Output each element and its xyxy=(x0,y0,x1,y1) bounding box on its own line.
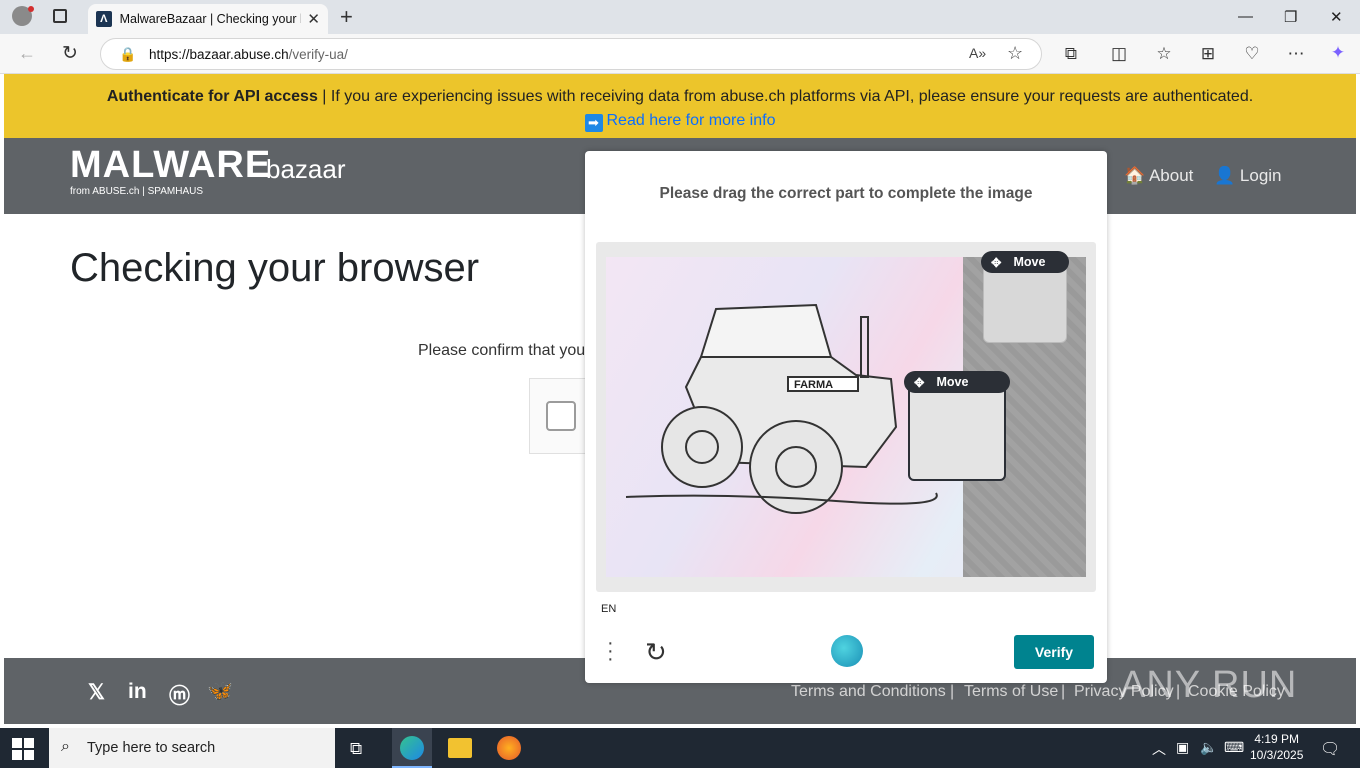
user-icon: 👤 xyxy=(1214,166,1236,185)
move-handle-dragged[interactable]: ✥ Move xyxy=(904,371,1010,393)
clock-date: 10/3/2025 xyxy=(1250,748,1304,762)
page-title: Checking your browser xyxy=(70,246,480,290)
captcha-menu-icon[interactable]: · · · xyxy=(607,633,614,669)
nav-about-label: About xyxy=(1148,166,1194,185)
search-icon: ⌕ xyxy=(61,738,70,755)
banner-read-more-link[interactable]: Read here for more info xyxy=(607,112,776,129)
extensions-icon[interactable]: ⧉ xyxy=(1060,44,1082,64)
network-icon[interactable]: ▣ xyxy=(1176,739,1189,756)
footer-divider: | xyxy=(1061,683,1066,700)
copilot-icon[interactable]: ✦ xyxy=(1327,43,1349,63)
clock-time: 4:19 PM xyxy=(1254,732,1300,746)
api-notice-banner: Authenticate for API access | If you are… xyxy=(4,74,1356,138)
footer-divider: | xyxy=(950,683,955,700)
captcha-prompt: Please drag the correct part to complete… xyxy=(659,185,1033,202)
captcha-checkbox[interactable] xyxy=(546,401,576,431)
footer-link-terms-conditions[interactable]: Terms and Conditions xyxy=(791,683,946,701)
anyrun-watermark: ANY RUN xyxy=(1120,664,1298,706)
move-label: Move xyxy=(936,375,969,389)
back-icon[interactable]: ← xyxy=(18,43,36,64)
notifications-icon[interactable]: 🗨 xyxy=(1320,739,1340,759)
site-info-icon[interactable]: 🔒 xyxy=(119,46,136,63)
captcha-puzzle-area: FARMA ✥ Move ✥ Move xyxy=(596,242,1096,592)
move-label: Move xyxy=(1013,255,1046,269)
home-icon: 🏠 xyxy=(1124,166,1146,185)
windows-start-icon[interactable] xyxy=(12,738,34,760)
windows-taskbar: ⌕ Type here to search ⧉ ︿ ▣ 🔈 ⌨ 4:19 PM … xyxy=(0,728,1360,768)
url-path: /verify-ua/ xyxy=(288,46,348,62)
nav-login-label: Login xyxy=(1239,166,1282,185)
bluesky-icon[interactable]: 🦋 xyxy=(207,680,233,704)
file-explorer-icon[interactable] xyxy=(448,738,472,758)
bazaar-favicon-icon: Λ xyxy=(96,11,112,27)
footer-link-terms-use[interactable]: Terms of Use xyxy=(964,683,1058,701)
captcha-puzzle-piece-dragged[interactable] xyxy=(908,383,1006,481)
logo-from: from ABUSE.ch | SPAMHAUS xyxy=(70,186,204,197)
ime-icon[interactable]: ⌨ xyxy=(1224,739,1244,756)
captcha-puzzle-image: FARMA xyxy=(606,257,1086,577)
more-menu-icon[interactable]: ⋯ xyxy=(1285,44,1307,64)
browser-toolbar: ← ↻ 🔒 https://bazaar.abuse.ch/verify-ua/… xyxy=(0,34,1360,74)
tab-close-icon[interactable]: ✕ xyxy=(307,10,320,28)
favorites-icon[interactable]: ☆ xyxy=(1153,44,1175,64)
taskbar-search-box[interactable]: ⌕ Type here to search xyxy=(49,728,335,768)
captcha-puzzle-piece[interactable] xyxy=(983,265,1067,343)
favorite-star-icon[interactable]: ☆ xyxy=(1007,43,1023,64)
move-handle[interactable]: ✥ Move xyxy=(981,251,1069,273)
taskbar-search-placeholder: Type here to search xyxy=(87,740,216,756)
restore-icon[interactable]: ❐ xyxy=(1284,8,1297,26)
task-view-icon[interactable]: ⧉ xyxy=(350,739,362,759)
tab-actions-icon[interactable] xyxy=(53,9,67,23)
captcha-refresh-icon[interactable]: ↻ xyxy=(645,637,667,668)
minimize-icon[interactable]: — xyxy=(1238,8,1253,25)
volume-icon[interactable]: 🔈 xyxy=(1200,739,1217,756)
language-selector[interactable]: EN xyxy=(601,603,616,615)
window-close-icon[interactable]: ✕ xyxy=(1330,8,1343,26)
read-aloud-icon[interactable]: A» xyxy=(969,45,986,61)
banner-bold: Authenticate for API access xyxy=(106,88,318,105)
browser-tab[interactable]: Λ MalwareBazaar | Checking your browser … xyxy=(88,4,328,34)
url-host: https://bazaar.abuse.ch xyxy=(149,46,289,62)
tray-chevron-icon[interactable]: ︿ xyxy=(1152,739,1166,759)
captcha-dialog: Please drag the correct part to complete… xyxy=(585,151,1107,683)
mastodon-icon[interactable]: ⓜ xyxy=(169,680,190,710)
browser-tab-bar: Λ MalwareBazaar | Checking your browser … xyxy=(0,0,1360,34)
nav-about[interactable]: 🏠 About xyxy=(1124,166,1193,186)
split-screen-icon[interactable]: ◫ xyxy=(1108,44,1130,64)
linkedin-icon[interactable]: in xyxy=(128,680,147,704)
logo-malware[interactable]: MALWARE xyxy=(70,144,271,187)
taskbar-clock[interactable]: 4:19 PM 10/3/2025 xyxy=(1250,731,1303,763)
firefox-icon[interactable] xyxy=(497,736,521,760)
browser-essentials-icon[interactable]: ♡ xyxy=(1241,44,1263,64)
nav-login[interactable]: 👤 Login xyxy=(1214,166,1282,186)
collections-icon[interactable]: ⊞ xyxy=(1197,44,1219,64)
logo-bazaar[interactable]: bazaar xyxy=(266,154,346,185)
banner-link-line: ➡ Read here for more info xyxy=(4,109,1356,133)
profile-notification-dot xyxy=(28,6,34,12)
captcha-checkbox-widget xyxy=(529,378,589,454)
address-bar[interactable]: 🔒 https://bazaar.abuse.ch/verify-ua/ A» … xyxy=(100,38,1042,70)
new-tab-icon[interactable]: + xyxy=(340,4,353,30)
move-arrows-icon: ✥ xyxy=(914,375,925,390)
confirm-text: Please confirm that you xyxy=(418,342,586,359)
reload-icon[interactable]: ↻ xyxy=(62,42,78,65)
banner-text: | If you are experiencing issues with re… xyxy=(317,88,1254,105)
tractor-brand-text: FARMA xyxy=(794,379,833,391)
verify-button[interactable]: Verify xyxy=(1014,635,1094,669)
edge-logo-icon xyxy=(400,736,424,760)
right-arrow-icon: ➡ xyxy=(584,114,603,132)
move-arrows-icon: ✥ xyxy=(991,255,1002,270)
captcha-provider-logo xyxy=(831,635,863,667)
banner-line: Authenticate for API access | If you are… xyxy=(4,85,1356,109)
tab-title: MalwareBazaar | Checking your browser xyxy=(119,12,302,26)
x-twitter-icon[interactable]: 𝕏 xyxy=(88,680,105,705)
